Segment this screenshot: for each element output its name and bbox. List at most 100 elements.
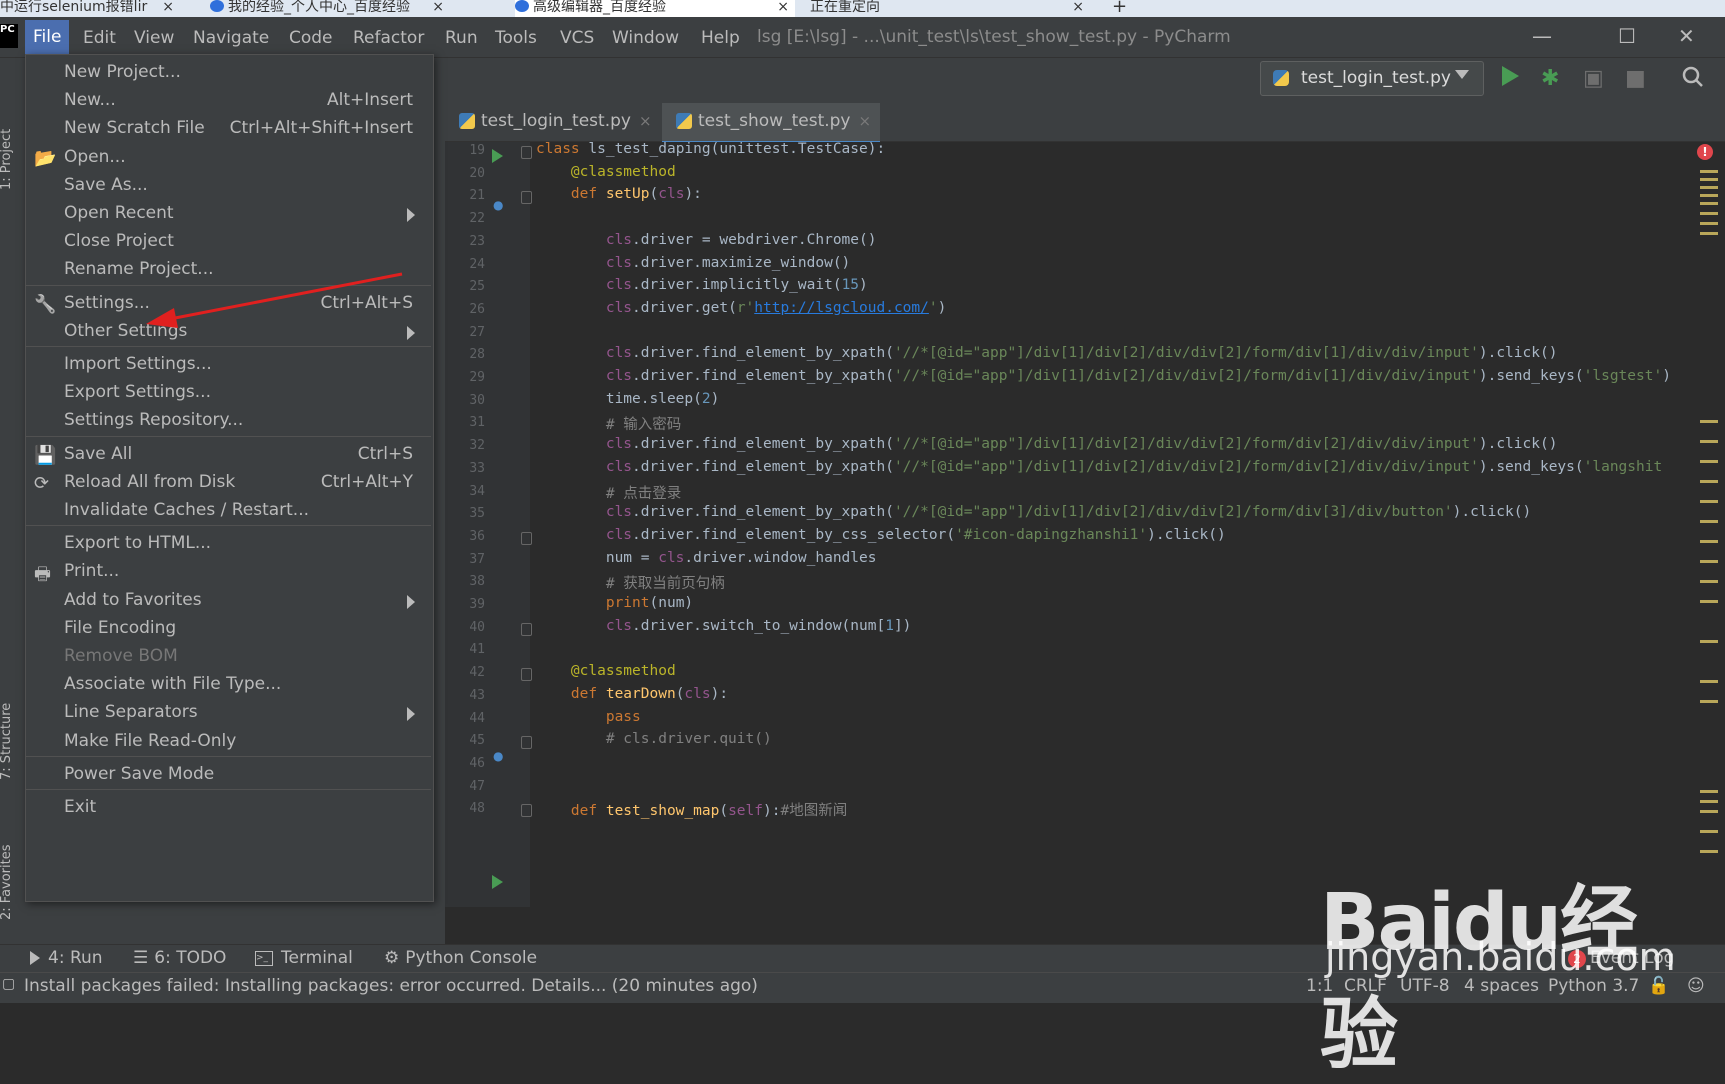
stripe-mark[interactable] bbox=[1700, 500, 1718, 503]
stripe-mark[interactable] bbox=[1700, 640, 1718, 643]
menu-view[interactable]: View bbox=[134, 27, 174, 49]
stripe-mark[interactable] bbox=[1700, 560, 1718, 563]
menu-item-save-as[interactable]: Save As... bbox=[26, 171, 431, 201]
fold-marker-icon[interactable] bbox=[521, 804, 532, 818]
run-configuration-selector[interactable]: test_login_test.py bbox=[1260, 61, 1484, 96]
menu-window[interactable]: Window bbox=[612, 27, 679, 49]
stripe-mark[interactable] bbox=[1700, 700, 1718, 703]
maximize-button[interactable]: ☐ bbox=[1618, 24, 1636, 48]
stripe-mark[interactable] bbox=[1700, 580, 1718, 583]
menu-item-power-save-mode[interactable]: Power Save Mode bbox=[26, 760, 431, 790]
menu-item-print[interactable]: 🖶 Print... bbox=[26, 557, 431, 587]
menu-item-export-to-html[interactable]: Export to HTML... bbox=[26, 529, 431, 559]
override-gutter-icon[interactable]: ● bbox=[493, 749, 503, 763]
error-indicator-icon[interactable]: ! bbox=[1697, 144, 1713, 160]
todo-tool-button[interactable]: ☰ 6: TODO bbox=[133, 948, 226, 968]
terminal-tool-button[interactable]: >_ Terminal bbox=[255, 948, 353, 968]
menu-item-new-project[interactable]: New Project... bbox=[26, 58, 431, 88]
browser-tab-active[interactable]: 高级编辑器_百度经验 × bbox=[515, 0, 795, 17]
menu-navigate[interactable]: Navigate bbox=[193, 27, 269, 49]
menu-edit[interactable]: Edit bbox=[83, 27, 116, 49]
fold-marker-icon[interactable] bbox=[521, 146, 532, 159]
stripe-mark[interactable] bbox=[1700, 800, 1718, 803]
debug-icon[interactable]: ✱ bbox=[1541, 66, 1559, 91]
stripe-mark[interactable] bbox=[1700, 212, 1718, 215]
menu-vcs[interactable]: VCS bbox=[560, 27, 594, 49]
menu-help[interactable]: Help bbox=[701, 27, 740, 49]
menu-item-new-scratch-file[interactable]: New Scratch File Ctrl+Alt+Shift+Insert bbox=[26, 114, 431, 144]
close-icon[interactable]: × bbox=[1072, 0, 1084, 14]
stripe-mark[interactable] bbox=[1700, 170, 1718, 173]
close-icon[interactable]: × bbox=[859, 112, 872, 130]
search-icon[interactable] bbox=[1682, 66, 1704, 94]
stripe-mark[interactable] bbox=[1700, 194, 1718, 197]
stripe-mark[interactable] bbox=[1700, 460, 1718, 463]
menu-refactor[interactable]: Refactor bbox=[353, 27, 424, 49]
menu-item-invalidate-caches-restart[interactable]: Invalidate Caches / Restart... bbox=[26, 496, 431, 526]
menu-item-settings-repository[interactable]: Settings Repository... bbox=[26, 406, 431, 436]
editor-tab-test-show[interactable]: test_show_test.py × bbox=[662, 103, 880, 144]
stripe-mark[interactable] bbox=[1700, 810, 1718, 813]
menu-item-exit[interactable]: Exit bbox=[26, 793, 431, 823]
menu-file[interactable]: File bbox=[25, 20, 70, 54]
run-gutter-icon[interactable] bbox=[492, 149, 503, 163]
menu-item-file-encoding[interactable]: File Encoding bbox=[26, 614, 431, 644]
browser-tab[interactable]: 正在重定向 × bbox=[810, 0, 1090, 17]
favorites-tool-button[interactable]: 2: Favorites bbox=[0, 844, 14, 920]
browser-tab[interactable]: 中运行selenium报错lir × bbox=[0, 0, 180, 17]
menu-item-new[interactable]: New... Alt+Insert bbox=[26, 86, 431, 116]
stripe-mark[interactable] bbox=[1700, 520, 1718, 523]
stripe-mark[interactable] bbox=[1700, 850, 1718, 853]
close-window-button[interactable]: ✕ bbox=[1678, 24, 1695, 48]
stripe-mark[interactable] bbox=[1700, 790, 1718, 793]
new-tab-button[interactable]: + bbox=[1112, 0, 1136, 17]
stripe-mark[interactable] bbox=[1700, 680, 1718, 683]
override-gutter-icon[interactable]: ● bbox=[493, 198, 503, 212]
run-tool-button[interactable]: 4: Run bbox=[30, 948, 103, 968]
browser-tab[interactable]: 我的经验_个人中心_百度经验 × bbox=[210, 0, 450, 17]
close-icon[interactable]: × bbox=[639, 112, 652, 130]
menu-code[interactable]: Code bbox=[289, 27, 333, 49]
stripe-mark[interactable] bbox=[1700, 186, 1718, 189]
menu-tools[interactable]: Tools bbox=[495, 27, 537, 49]
stripe-mark[interactable] bbox=[1700, 440, 1718, 443]
minimize-button[interactable]: — bbox=[1532, 24, 1552, 48]
run-gutter-icon[interactable] bbox=[492, 875, 503, 889]
menu-item-export-settings[interactable]: Export Settings... bbox=[26, 378, 431, 408]
stripe-mark[interactable] bbox=[1700, 222, 1718, 225]
fold-marker-icon[interactable] bbox=[521, 531, 532, 545]
stripe-mark[interactable] bbox=[1700, 420, 1718, 423]
stripe-mark[interactable] bbox=[1700, 232, 1718, 235]
run-icon[interactable] bbox=[1502, 66, 1519, 86]
lock-icon[interactable]: 🔓 bbox=[1648, 976, 1669, 996]
menu-run[interactable]: Run bbox=[445, 27, 478, 49]
fold-marker-icon[interactable] bbox=[521, 622, 532, 636]
editor-tab-test-login[interactable]: test_login_test.py × bbox=[445, 103, 660, 141]
coverage-icon[interactable]: ▣ bbox=[1583, 66, 1604, 91]
close-icon[interactable]: × bbox=[777, 0, 789, 14]
stripe-mark[interactable] bbox=[1700, 480, 1718, 483]
stop-icon[interactable]: ■ bbox=[1625, 66, 1646, 91]
menu-item-associate-with-file-type[interactable]: Associate with File Type... bbox=[26, 670, 431, 700]
project-tool-button[interactable]: 1: Project bbox=[0, 129, 14, 190]
stripe-mark[interactable] bbox=[1700, 202, 1718, 205]
menu-item-open-recent[interactable]: Open Recent bbox=[26, 199, 431, 229]
status-message[interactable]: Install packages failed: Installing pack… bbox=[24, 976, 758, 996]
stripe-mark[interactable] bbox=[1700, 830, 1718, 833]
menu-item-add-to-favorites[interactable]: Add to Favorites bbox=[26, 586, 431, 616]
structure-tool-button[interactable]: 7: Structure bbox=[0, 703, 14, 780]
menu-item-make-file-read-only[interactable]: Make File Read-Only bbox=[26, 727, 431, 757]
python-console-tool-button[interactable]: ⚙ Python Console bbox=[384, 948, 537, 968]
stripe-mark[interactable] bbox=[1700, 540, 1718, 543]
inspector-icon[interactable]: ☺ bbox=[1687, 976, 1705, 996]
close-icon[interactable]: × bbox=[162, 0, 174, 14]
menu-item-close-project[interactable]: Close Project bbox=[26, 227, 431, 257]
stripe-mark[interactable] bbox=[1700, 178, 1718, 181]
fold-marker-icon[interactable] bbox=[521, 736, 532, 750]
close-icon[interactable]: × bbox=[432, 0, 444, 14]
menu-item-open[interactable]: 📂 Open... bbox=[26, 143, 431, 173]
menu-item-reload-all-from-disk[interactable]: ⟳ Reload All from Disk Ctrl+Alt+Y bbox=[26, 468, 431, 498]
menu-item-import-settings[interactable]: Import Settings... bbox=[26, 350, 431, 380]
status-toggle-icon[interactable]: ▢ bbox=[2, 976, 15, 992]
fold-marker-icon[interactable] bbox=[521, 191, 532, 205]
